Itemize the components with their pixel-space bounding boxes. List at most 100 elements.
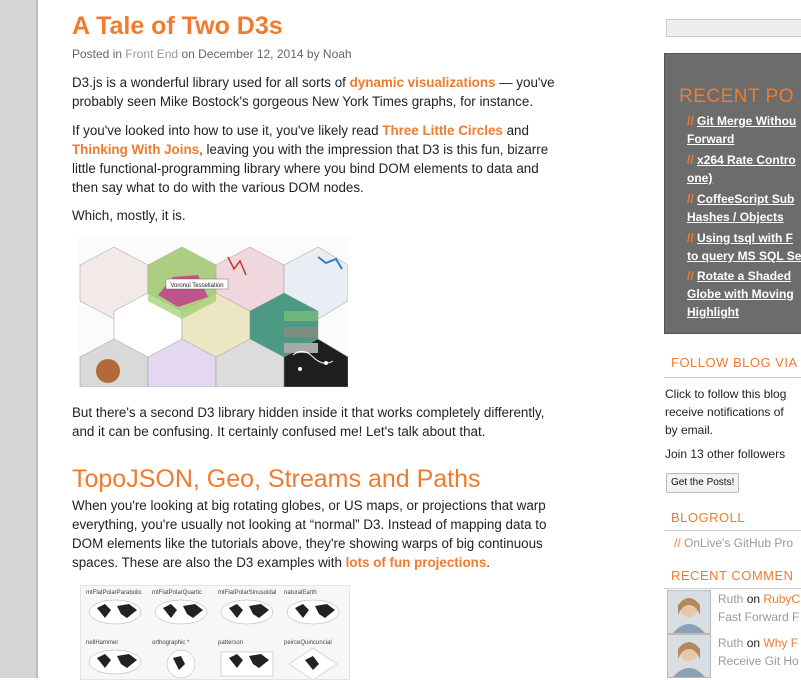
map-cell: peirceQuincuncial: [281, 638, 345, 679]
map-cell: mtFlatPolarQuartic: [149, 588, 213, 630]
recent-post-link[interactable]: Forward: [687, 132, 734, 146]
text: on: [746, 636, 761, 650]
text: — you've: [495, 75, 555, 90]
recent-post-link[interactable]: Git Merge Withou: [697, 114, 796, 128]
recent-comments-title: RECENT COMMEN: [671, 568, 794, 583]
paragraph-projections: When you're looking at big rotating glob…: [72, 496, 572, 572]
text: If you've looked into how to use it, you…: [72, 123, 383, 138]
comment-post-link[interactable]: Receive Git Ho: [718, 654, 799, 668]
text: When you're looking at big rotating glob…: [72, 498, 546, 513]
link-dynamic-visualizations[interactable]: dynamic visualizations: [350, 75, 496, 90]
follow-button[interactable]: Get the Posts!: [666, 473, 740, 493]
category-link[interactable]: Front End: [125, 47, 178, 61]
map-cell: patterson: [215, 638, 279, 679]
post-title[interactable]: A Tale of Two D3s: [72, 12, 283, 41]
d3-examples-hexagon-image[interactable]: Voronoi Tessellation: [78, 237, 348, 387]
recent-post-link[interactable]: Globe with Moving: [687, 287, 794, 301]
link-fun-projections[interactable]: lots of fun projections: [346, 555, 487, 570]
text: .: [486, 555, 491, 570]
by-label: by: [306, 47, 320, 61]
text: D3.js is a wonderful library used for al…: [72, 75, 350, 90]
paragraph-intro: D3.js is a wonderful library used for al…: [72, 73, 572, 111]
recent-post-item[interactable]: // Using tsql with Fto query MS SQL Se: [687, 229, 801, 265]
map-label: mtFlatPolarQuartic: [152, 590, 203, 596]
comment-author[interactable]: Ruth: [718, 592, 743, 606]
map-label: mtFlatPolarParabolic: [86, 590, 142, 596]
search-input[interactable]: [666, 19, 801, 37]
text: , leaving you with the impression that D…: [199, 142, 549, 157]
recent-post-link[interactable]: to query MS SQL Se: [687, 249, 801, 263]
recent-post-link[interactable]: Using tsql with F: [697, 231, 793, 245]
divider: [664, 377, 801, 378]
recent-posts-widget: RECENT PO // Git Merge Withou Forward // …: [664, 53, 801, 334]
on-label: on: [181, 47, 195, 61]
comment-post-link[interactable]: Fast Forward F: [718, 610, 799, 624]
blogroll-item[interactable]: // OnLive's GitHub Pro: [674, 534, 793, 552]
recent-post-link[interactable]: Highlight: [687, 305, 739, 319]
page-left-gutter: [0, 0, 38, 678]
follow-blog-title: FOLLOW BLOG VIA: [671, 355, 798, 370]
post-date: December 12, 2014: [198, 47, 304, 61]
post-meta: Posted in Front End on December 12, 2014…: [72, 47, 352, 61]
paragraph-mostly: Which, mostly, it is.: [72, 208, 186, 223]
link-three-little-circles[interactable]: Three Little Circles: [382, 123, 503, 138]
comment-author[interactable]: Ruth: [718, 636, 743, 650]
paragraph-second-d3: But there's a second D3 library hidden i…: [72, 403, 572, 441]
text: DOM elements like the tutorials above, t…: [72, 536, 543, 551]
map-cell: naturalEarth: [281, 588, 345, 630]
map-label: mtFlatPolarSinusoidal: [218, 590, 277, 596]
divider: [664, 530, 801, 531]
recent-post-item[interactable]: // x264 Rate Contro one): [687, 151, 796, 187]
map-label: naturalEarth: [284, 590, 317, 596]
posted-in-label: Posted in: [72, 47, 123, 61]
text: on: [746, 592, 761, 606]
text: Click to follow this blog: [665, 387, 787, 401]
comment-text: Ruth on Why F Receive Git Ho: [718, 634, 799, 670]
comment-item: Ruth on RubyC Fast Forward F: [666, 590, 801, 634]
avatar[interactable]: [667, 634, 711, 678]
recent-post-link[interactable]: one): [687, 171, 712, 185]
comment-item: Ruth on Why F Receive Git Ho: [666, 634, 801, 678]
recent-post-link[interactable]: Hashes / Objects: [687, 210, 784, 224]
recent-post-link[interactable]: Rotate a Shaded: [697, 269, 791, 283]
text: and: [502, 123, 529, 138]
map-label: peirceQuincuncial: [284, 640, 332, 646]
comment-text: Ruth on RubyC Fast Forward F: [718, 590, 800, 626]
text: receive notifications of: [665, 405, 784, 419]
text: by email.: [665, 423, 714, 437]
recent-post-link[interactable]: x264 Rate Contro: [697, 153, 796, 167]
hex-image-label: Voronoi Tessellation: [170, 283, 223, 289]
text: everything, you're usually not looking a…: [72, 517, 547, 532]
recent-posts-title: RECENT PO: [679, 86, 795, 107]
map-cell: orthographic *: [149, 638, 213, 679]
recent-post-item[interactable]: // Rotate a Shaded Globe with Moving Highl…: [687, 267, 794, 321]
follow-description: Click to follow this blog receive notifi…: [665, 385, 786, 439]
avatar[interactable]: [667, 590, 711, 634]
author-link[interactable]: Noah: [323, 47, 352, 61]
text: and it can be confusing. It certainly co…: [72, 424, 486, 439]
sidebar: RECENT PO // Git Merge Withou Forward // …: [664, 0, 801, 678]
paragraph-tutorials: If you've looked into how to use it, you…: [72, 121, 572, 197]
map-cell: mtFlatPolarParabolic: [83, 588, 147, 630]
comment-post-link[interactable]: Why F: [763, 636, 798, 650]
map-label: nellHammer: [86, 640, 119, 646]
blogroll-title: BLOGROLL: [671, 510, 746, 525]
text: little functional-programming library wh…: [72, 161, 539, 176]
recent-post-item[interactable]: // Git Merge Withou Forward: [687, 112, 796, 148]
text: spaces. These are also the D3 examples w…: [72, 555, 346, 570]
projections-image[interactable]: mtFlatPolarParabolic mtFlatPolarQuartic …: [80, 585, 350, 680]
recent-post-link[interactable]: CoffeeScript Sub: [697, 192, 794, 206]
text: then say what to do with the various DOM…: [72, 180, 364, 195]
blogroll-link[interactable]: OnLive's GitHub Pro: [684, 536, 793, 550]
map-cell: mtFlatPolarSinusoidal: [215, 588, 279, 630]
followers-count: Join 13 other followers: [665, 447, 786, 461]
link-thinking-with-joins[interactable]: Thinking With Joins: [72, 142, 199, 157]
map-label: orthographic *: [152, 640, 190, 646]
map-cell: nellHammer: [83, 638, 147, 679]
section-heading: TopoJSON, Geo, Streams and Paths: [72, 465, 481, 493]
text: probably seen Mike Bostock's gorgeous Ne…: [72, 94, 534, 109]
divider: [664, 588, 801, 589]
text: But there's a second D3 library hidden i…: [72, 405, 545, 420]
comment-post-link[interactable]: RubyC: [763, 592, 800, 606]
recent-post-item[interactable]: // CoffeeScript Sub Hashes / Objects: [687, 190, 794, 226]
